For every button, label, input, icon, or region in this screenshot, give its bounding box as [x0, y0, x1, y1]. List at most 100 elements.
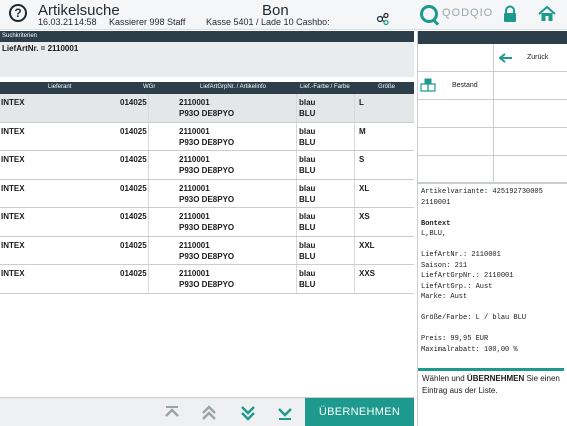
- grid-empty-5: [418, 128, 494, 156]
- search-criteria-panel: Suchkriterien LiefArtNr. = 2110001: [0, 31, 414, 77]
- table-row[interactable]: INTEX 014025 2110001 blau M P93O DE8PYO BLU: [0, 122, 414, 151]
- column-header-wgr[interactable]: WGr: [143, 84, 155, 90]
- cell-art-info: P93O DE8PYO: [179, 280, 235, 289]
- article-info-line: Größe/Farbe: L / blau BLU: [421, 314, 527, 322]
- scroll-bottom-icon[interactable]: [276, 404, 294, 422]
- article-table: INTEX 014025 2110001 blau L P93O DE8PYO BLU INT…: [0, 94, 414, 294]
- column-divider: [354, 122, 355, 150]
- selection-hint: Wählen und ÜBERNEHMEN Sie einen Eintrag …: [422, 373, 566, 397]
- column-divider: [354, 179, 355, 207]
- cell-art-nr: 2110001: [179, 126, 210, 136]
- cell-lief-farbe: blau: [299, 126, 316, 136]
- cell-wgr: 014025: [120, 269, 147, 278]
- cell-lieferant: INTEX: [1, 126, 25, 136]
- info-scroll-bar: [418, 368, 564, 371]
- action-grid: Zurück Bestand: [418, 44, 567, 183]
- table-header: Lieferant WGr LiefArtGrpNr. / Artikelinf…: [0, 82, 414, 94]
- column-divider: [296, 236, 297, 264]
- network-icon[interactable]: [376, 12, 390, 26]
- article-info: Artikelvariante: 425192730005 2110001 Bon…: [418, 183, 567, 379]
- table-row[interactable]: INTEX 014025 2110001 blau XXL P93O DE8PYO BLU: [0, 236, 414, 265]
- cell-lieferant: INTEX: [1, 240, 25, 250]
- scroll-top-icon[interactable]: [163, 404, 181, 422]
- grid-empty-4: [494, 100, 567, 128]
- column-divider: [354, 94, 355, 122]
- date: 16.03.21: [38, 17, 74, 27]
- page-up-icon[interactable]: [200, 404, 218, 422]
- column-divider: [148, 208, 149, 236]
- column-divider: [296, 265, 297, 293]
- column-divider: [296, 151, 297, 179]
- grid-empty-3: [418, 100, 494, 128]
- accept-button[interactable]: ÜBERNEHMEN: [305, 398, 414, 426]
- article-info-line: Preis: 99,95 EUR: [421, 335, 489, 343]
- cell-art-info: P93O DE8PYO: [179, 223, 235, 232]
- arrow-left-icon: [499, 53, 512, 63]
- cell-art-info: P93O DE8PYO: [179, 109, 235, 118]
- cell-farbe: BLU: [299, 251, 316, 261]
- table-row[interactable]: INTEX 014025 2110001 blau L P93O DE8PYO BLU: [0, 94, 414, 123]
- column-header-lieferant[interactable]: Lieferant: [48, 84, 71, 90]
- right-panel-bar: [418, 31, 567, 44]
- right-panel: Zurück Bestand Artikelvariante: 42519273…: [417, 31, 567, 426]
- cell-art-info: P93O DE8PYO: [179, 166, 235, 175]
- article-info-line: [421, 208, 565, 219]
- table-row[interactable]: INTEX 014025 2110001 blau XS P93O DE8PYO BLU: [0, 208, 414, 237]
- column-divider: [354, 151, 355, 179]
- article-info-line: 2110001: [421, 198, 451, 207]
- logo-text: QODQIO: [442, 7, 494, 19]
- cell-lief-farbe: blau: [299, 269, 316, 278]
- cell-groesse: XL: [359, 183, 370, 193]
- column-divider: [296, 94, 297, 122]
- home-icon[interactable]: [538, 5, 556, 23]
- column-divider: [354, 236, 355, 264]
- column-header-farbe[interactable]: Lief.-Farbe / Farbe: [300, 84, 350, 90]
- cell-wgr: 014025: [120, 240, 147, 250]
- help-icon[interactable]: ?: [9, 4, 27, 22]
- table-row[interactable]: INTEX 014025 2110001 blau XXS P93O DE8PYO BLU: [0, 265, 414, 294]
- cell-lief-farbe: blau: [299, 212, 316, 221]
- back-button[interactable]: Zurück: [494, 44, 567, 72]
- time: 14:58: [74, 17, 97, 27]
- cell-farbe: BLU: [299, 223, 316, 232]
- cell-groesse: XXS: [359, 269, 376, 278]
- column-header-groesse[interactable]: Größe: [378, 84, 395, 90]
- boxes-icon: [420, 78, 436, 92]
- cell-art-info: P93O DE8PYO: [179, 194, 235, 204]
- column-divider: [148, 265, 149, 293]
- page-down-icon[interactable]: [239, 404, 257, 422]
- article-info-line: LiefArtGrp.: Aust: [421, 282, 493, 291]
- cell-wgr: 014025: [120, 155, 147, 164]
- cell-lieferant: INTEX: [1, 98, 25, 107]
- cell-art-nr: 2110001: [179, 212, 210, 221]
- cell-lieferant: INTEX: [1, 212, 25, 221]
- cell-lieferant: INTEX: [1, 183, 25, 193]
- table-row[interactable]: INTEX 014025 2110001 blau S P93O DE8PYO BLU: [0, 151, 414, 180]
- cell-farbe: BLU: [299, 137, 316, 147]
- column-divider: [296, 122, 297, 150]
- article-info-line: Artikelvariante: 425192730005: [421, 188, 543, 196]
- column-divider: [148, 94, 149, 122]
- article-info-line: Saison: 211: [421, 261, 468, 270]
- cell-groesse: XXL: [359, 240, 375, 250]
- lock-icon[interactable]: [501, 5, 519, 23]
- article-info-line: Maximalrabatt: 100,00 %: [421, 345, 518, 354]
- column-divider: [354, 208, 355, 236]
- article-info-line: [421, 324, 565, 335]
- cell-wgr: 014025: [120, 98, 147, 107]
- footer-bar: ÜBERNEHMEN: [0, 397, 414, 426]
- cell-wgr: 014025: [120, 183, 147, 193]
- cell-art-nr: 2110001: [179, 155, 210, 164]
- cell-groesse: L: [359, 98, 364, 107]
- column-divider: [148, 236, 149, 264]
- cell-lieferant: INTEX: [1, 155, 25, 164]
- grid-empty-2: [494, 72, 567, 100]
- logo-mark-icon: [420, 5, 438, 23]
- brand-logo: QODQIO: [420, 4, 500, 26]
- column-header-artikel[interactable]: LiefArtGrpNr. / Artikelinfo: [200, 84, 266, 90]
- cell-art-nr: 2110001: [179, 183, 210, 193]
- article-search-window: ? Artikelsuche 16.03.21 14:58 Kassierer …: [0, 0, 567, 426]
- column-divider: [148, 151, 149, 179]
- table-row[interactable]: INTEX 014025 2110001 blau XL P93O DE8PYO BLU: [0, 179, 414, 208]
- stock-button[interactable]: Bestand: [418, 72, 494, 100]
